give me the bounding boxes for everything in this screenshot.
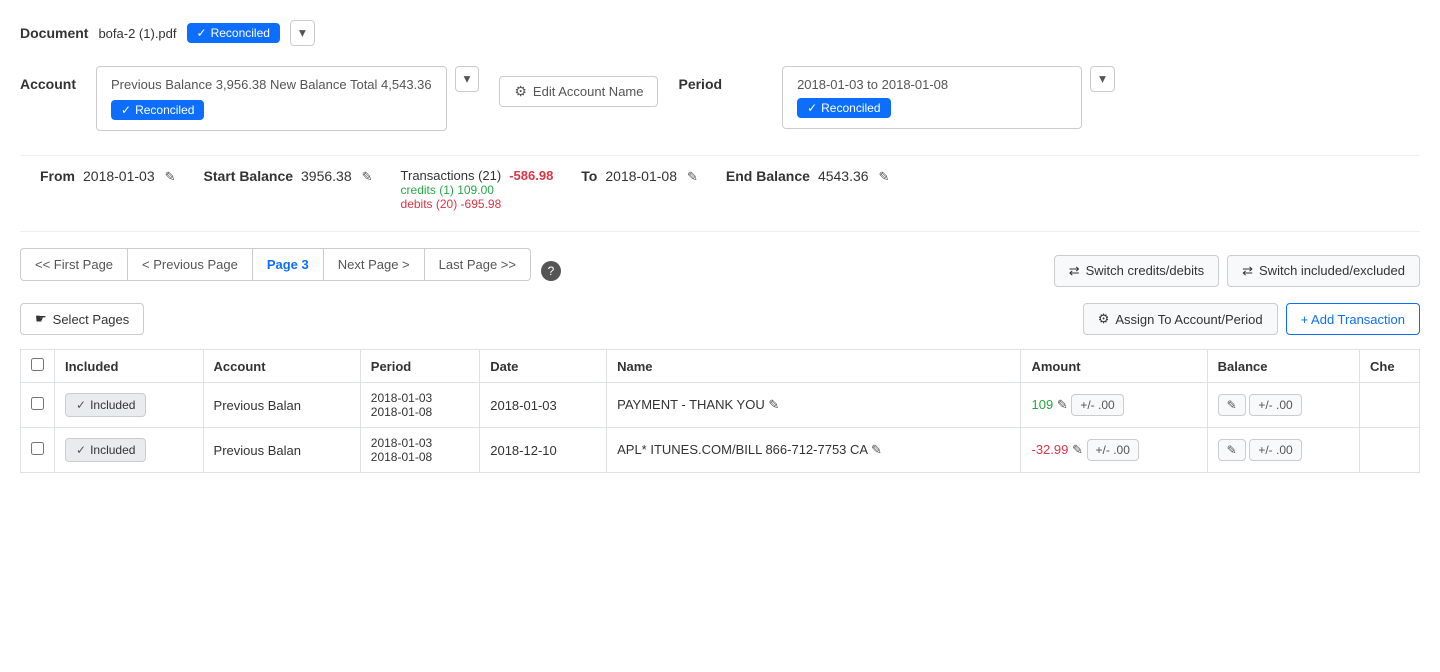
switch-included-icon: ⇄	[1242, 263, 1253, 279]
balance-plus-minus-0[interactable]: +/- .00	[1249, 394, 1301, 416]
balance-edit-btn-0[interactable]: ✎	[1218, 394, 1246, 416]
amount-plus-minus-1[interactable]: +/- .00	[1087, 439, 1139, 461]
col-header-che: Che	[1360, 350, 1420, 383]
document-chevron-button[interactable]: ▾	[290, 20, 315, 46]
table-row: Included Previous Balan 2018-01-03 2018-…	[21, 428, 1420, 473]
row-account-1: Previous Balan	[203, 428, 360, 473]
bottom-right-buttons: ⚙ Assign To Account/Period + Add Transac…	[1083, 303, 1420, 335]
start-balance-edit-icon[interactable]: ✎	[362, 169, 373, 185]
row-amount-0: 109 ✎ +/- .00	[1021, 383, 1207, 428]
from-label: From	[40, 168, 75, 184]
account-label: Account	[20, 76, 76, 92]
row-name-1: APL* ITUNES.COM/BILL 866-712-7753 CA ✎	[607, 428, 1021, 473]
transactions-table-wrapper: Included Account Period Date Name Amount…	[20, 349, 1420, 473]
current-page-button[interactable]: Page 3	[252, 248, 323, 281]
col-header-name: Name	[607, 350, 1021, 383]
row-checkbox-0[interactable]	[31, 397, 44, 410]
debits-value: debits (20) -695.98	[401, 197, 554, 211]
assign-btn-label: Assign To Account/Period	[1115, 312, 1262, 327]
help-icon[interactable]: ?	[541, 261, 561, 281]
from-date-edit-icon[interactable]: ✎	[165, 169, 176, 185]
document-filename: bofa-2 (1).pdf	[98, 26, 176, 41]
to-label: To	[581, 168, 597, 184]
switch-included-label: Switch included/excluded	[1259, 263, 1405, 278]
name-edit-icon-1[interactable]: ✎	[871, 442, 882, 457]
end-balance-value: 4543.36	[818, 168, 869, 184]
edit-account-name-button[interactable]: ⚙ Edit Account Name	[499, 76, 658, 107]
switch-credits-label: Switch credits/debits	[1086, 263, 1205, 278]
row-date-0: 2018-01-03	[480, 383, 607, 428]
col-header-date: Date	[480, 350, 607, 383]
transactions-label: Transactions (21)	[401, 168, 502, 183]
row-name-0: PAYMENT - THANK YOU ✎	[607, 383, 1021, 428]
col-header-amount: Amount	[1021, 350, 1207, 383]
row-che-1	[1360, 428, 1420, 473]
prev-page-button[interactable]: < Previous Page	[127, 248, 252, 281]
amount-edit-icon-0[interactable]: ✎	[1057, 397, 1068, 412]
table-row: Included Previous Balan 2018-01-03 2018-…	[21, 383, 1420, 428]
to-date-edit-icon[interactable]: ✎	[687, 169, 698, 185]
name-edit-icon-0[interactable]: ✎	[768, 397, 779, 412]
row-che-0	[1360, 383, 1420, 428]
period-chevron-button[interactable]: ▾	[1090, 66, 1115, 92]
last-page-button[interactable]: Last Page >>	[424, 248, 531, 281]
edit-account-name-label: Edit Account Name	[533, 84, 644, 99]
row-account-0: Previous Balan	[203, 383, 360, 428]
add-tx-label: + Add Transaction	[1301, 312, 1405, 327]
period-dates: 2018-01-03 to 2018-01-08	[797, 77, 1067, 92]
col-header-period: Period	[360, 350, 479, 383]
pagination-area: << First Page < Previous Page Page 3 Nex…	[20, 248, 531, 281]
col-header-balance: Balance	[1207, 350, 1359, 383]
period-label: Period	[678, 76, 722, 92]
account-box: Previous Balance 3,956.38 New Balance To…	[96, 66, 447, 131]
first-page-button[interactable]: << First Page	[20, 248, 127, 281]
to-date: 2018-01-08	[605, 168, 677, 184]
row-checkbox-1[interactable]	[31, 442, 44, 455]
gear-assign-icon: ⚙	[1098, 311, 1110, 327]
select-all-checkbox[interactable]	[31, 358, 44, 371]
amount-plus-minus-0[interactable]: +/- .00	[1071, 394, 1123, 416]
included-badge-1[interactable]: Included	[65, 438, 146, 462]
hand-icon: ☛	[35, 311, 47, 327]
switch-credits-debits-button[interactable]: ⇄ Switch credits/debits	[1054, 255, 1219, 287]
period-reconciled-badge: Reconciled	[797, 98, 890, 118]
credits-value: credits (1) 109.00	[401, 183, 554, 197]
assign-account-period-button[interactable]: ⚙ Assign To Account/Period	[1083, 303, 1278, 335]
start-balance-value: 3956.38	[301, 168, 352, 184]
row-amount-1: -32.99 ✎ +/- .00	[1021, 428, 1207, 473]
end-balance-label: End Balance	[726, 168, 810, 184]
action-buttons: ⇄ Switch credits/debits ⇄ Switch include…	[1054, 255, 1420, 287]
row-balance-1: ✎ +/- .00	[1207, 428, 1359, 473]
col-header-account: Account	[203, 350, 360, 383]
row-period-1: 2018-01-03 2018-01-08	[360, 428, 479, 473]
document-reconciled-badge: Reconciled	[187, 23, 280, 43]
account-chevron-button[interactable]: ▾	[455, 66, 480, 92]
row-balance-0: ✎ +/- .00	[1207, 383, 1359, 428]
period-box: 2018-01-03 to 2018-01-08 Reconciled	[782, 66, 1082, 129]
switch-included-excluded-button[interactable]: ⇄ Switch included/excluded	[1227, 255, 1420, 287]
start-balance-label: Start Balance	[204, 168, 293, 184]
document-label: Document	[20, 25, 88, 41]
balance-edit-btn-1[interactable]: ✎	[1218, 439, 1246, 461]
account-box-text: Previous Balance 3,956.38 New Balance To…	[111, 77, 432, 92]
next-page-button[interactable]: Next Page >	[323, 248, 424, 281]
select-pages-button[interactable]: ☛ Select Pages	[20, 303, 144, 335]
transactions-table: Included Account Period Date Name Amount…	[20, 349, 1420, 473]
included-badge-0[interactable]: Included	[65, 393, 146, 417]
switch-credits-icon: ⇄	[1069, 263, 1080, 279]
row-date-1: 2018-12-10	[480, 428, 607, 473]
gear-icon: ⚙	[514, 83, 527, 100]
balance-plus-minus-1[interactable]: +/- .00	[1249, 439, 1301, 461]
transactions-value: -586.98	[509, 168, 553, 183]
add-transaction-button[interactable]: + Add Transaction	[1286, 303, 1420, 335]
select-pages-label: Select Pages	[53, 312, 130, 327]
from-date: 2018-01-03	[83, 168, 155, 184]
col-header-included: Included	[55, 350, 204, 383]
end-balance-edit-icon[interactable]: ✎	[879, 169, 890, 185]
row-period-0: 2018-01-03 2018-01-08	[360, 383, 479, 428]
amount-edit-icon-1[interactable]: ✎	[1072, 442, 1083, 457]
account-reconciled-badge: Reconciled	[111, 100, 204, 120]
